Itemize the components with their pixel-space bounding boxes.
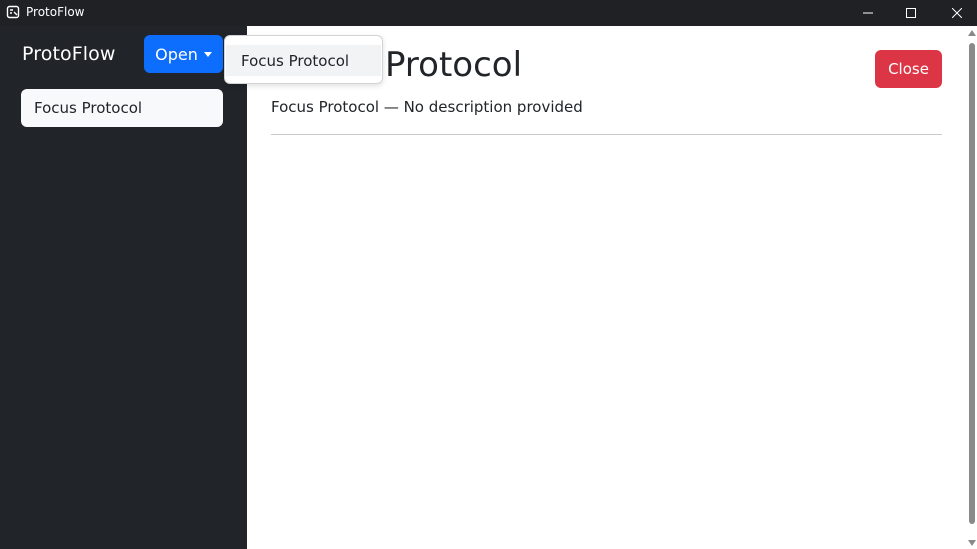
protocol-description: Focus Protocol — No description provided [271, 98, 583, 116]
divider [271, 134, 942, 135]
maximize-icon [906, 8, 916, 18]
page-title: Protocol [385, 45, 523, 85]
scrollbar-thumb[interactable] [969, 43, 975, 524]
sidebar: ProtoFlow Open Focus Protocol [0, 26, 247, 549]
maximize-button[interactable] [888, 0, 934, 26]
minimize-icon [863, 12, 873, 14]
open-button[interactable]: Open [144, 35, 223, 73]
vertical-scrollbar[interactable] [967, 26, 977, 549]
scroll-up-arrow-icon[interactable] [968, 30, 976, 36]
dropdown-item-focus-protocol[interactable]: Focus Protocol [226, 45, 381, 76]
brand-title: ProtoFlow [22, 43, 116, 65]
close-button-label: Close [888, 60, 929, 78]
close-button[interactable]: Close [875, 50, 942, 88]
dropdown-item-label: Focus Protocol [241, 51, 350, 70]
window-close-button[interactable] [934, 0, 977, 26]
close-icon [952, 8, 962, 18]
caret-down-icon [203, 52, 212, 57]
sidebar-item-focus-protocol[interactable]: Focus Protocol [21, 89, 223, 127]
main-content: Protocol Close Focus Protocol — No descr… [247, 26, 977, 549]
minimize-button[interactable] [845, 0, 891, 26]
open-button-label: Open [155, 44, 198, 64]
title-bar: ProtoFlow [0, 0, 977, 26]
window-title: ProtoFlow [26, 5, 85, 19]
protoflow-app-icon [6, 5, 20, 19]
scroll-down-arrow-icon[interactable] [968, 540, 976, 546]
sidebar-item-label: Focus Protocol [34, 99, 143, 117]
open-dropdown-menu: Focus Protocol [224, 35, 383, 84]
